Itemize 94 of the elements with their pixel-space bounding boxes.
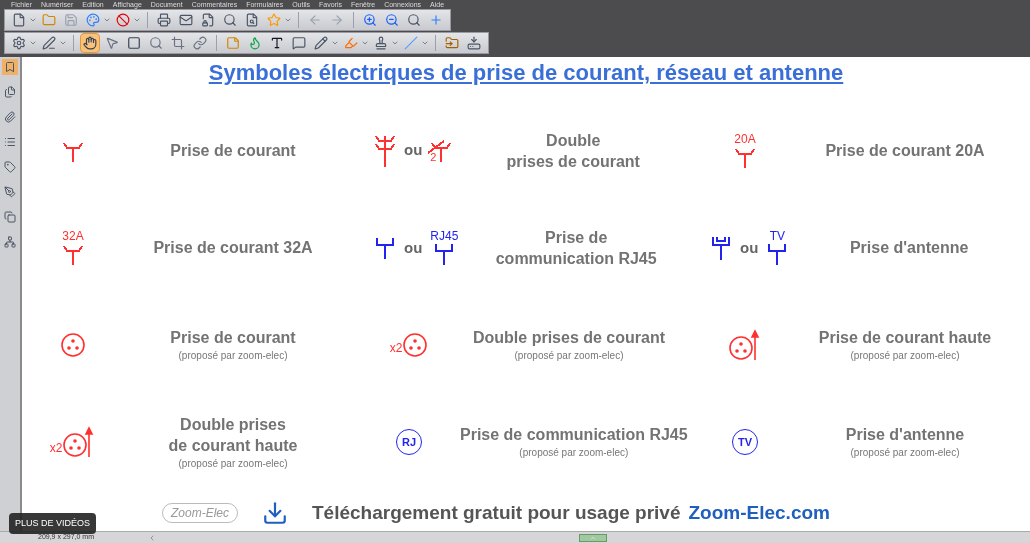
settings-icon: [12, 36, 26, 50]
envelope-icon: [179, 13, 193, 27]
caret-icon[interactable]: [103, 16, 111, 24]
download-icon: [262, 500, 288, 526]
chevron-up-icon: [590, 534, 596, 541]
symbol-label: Prise de communication RJ45: [460, 425, 688, 446]
symbol-label: Double prises de courant: [506, 130, 640, 172]
zoom-out-icon: [385, 13, 399, 27]
caret-icon[interactable]: [421, 39, 429, 47]
joiner-text: ou: [740, 237, 759, 258]
sidebar-button[interactable]: [2, 234, 18, 250]
document-icon: [12, 13, 26, 27]
pencil-icon: [314, 36, 328, 50]
symbol-note: (proposé par zoom-elec): [514, 349, 624, 364]
square-icon: [127, 36, 141, 50]
sidebar-button[interactable]: [2, 84, 18, 100]
highlighter-icon: [344, 36, 358, 50]
document-title: Symboles électriques de prise de courant, réseau et antenne: [207, 59, 845, 87]
symbol-note: (proposé par zoom-elec): [519, 446, 629, 461]
footer-text: Téléchargement gratuit pour usage privé: [312, 500, 681, 525]
sidebar-button[interactable]: [2, 184, 18, 200]
joiner-text: ou: [404, 140, 423, 161]
symbol-label: Prise de courant: [170, 141, 296, 162]
disk-icon: [467, 36, 481, 50]
copy-icon: [4, 211, 16, 223]
sidebar-button[interactable]: [2, 159, 18, 175]
callout-icon: [292, 36, 306, 50]
stamp-icon: [374, 36, 388, 50]
scroll-handle[interactable]: [579, 533, 607, 542]
more-videos-button[interactable]: PLUS DE VIDÉOS: [9, 512, 97, 534]
network-icon: [4, 236, 16, 248]
sidebar-button[interactable]: [2, 59, 18, 75]
symbol-label: Double prises de courant: [472, 328, 665, 349]
caret-icon[interactable]: [284, 16, 292, 24]
symbol-label: Prise de courant haute: [818, 328, 992, 349]
caret-icon[interactable]: [29, 16, 37, 24]
caret-icon[interactable]: [331, 39, 339, 47]
symbol-prefix: x2: [49, 442, 63, 455]
hand-icon: [83, 36, 97, 50]
symbol-note: (proposé par zoom-elec): [178, 456, 288, 471]
symbol-note: (proposé par zoom-elec): [850, 446, 960, 461]
symbol-note: (proposé par zoom-elec): [850, 349, 960, 364]
star-icon: [267, 13, 281, 27]
symbol-label: Prise d'antenne: [845, 425, 965, 446]
symbol-tag: RJ45: [430, 229, 459, 242]
caret-icon[interactable]: [59, 39, 67, 47]
link-icon: [193, 36, 207, 50]
caret-icon[interactable]: [361, 39, 369, 47]
symbol-tag: TV: [769, 229, 785, 242]
magnifier-icon: [407, 13, 421, 27]
symbol-label: Prise de courant 20A: [825, 141, 985, 162]
symbol-note: (proposé par zoom-elec): [178, 349, 288, 364]
sidebar-button[interactable]: [2, 209, 18, 225]
symbol-prefix: x2: [389, 342, 403, 355]
lock-document-icon: [201, 13, 215, 27]
pointer-icon: [105, 36, 119, 50]
line-icon: [404, 36, 418, 50]
folder-icon: [42, 13, 56, 27]
printer-icon: [157, 13, 171, 27]
symbol-label: Double prises de courant haute: [168, 414, 298, 456]
list-icon: [4, 136, 16, 148]
symbol-label: Prise de courant: [170, 328, 296, 349]
scroll-left-icon[interactable]: [148, 533, 156, 542]
footer-link[interactable]: Zoom-Elec.com: [688, 498, 830, 528]
folder-icon: [445, 36, 459, 50]
symbol-label: Prise d'antenne: [849, 238, 969, 259]
symbol-tag: 20A: [734, 132, 756, 145]
caret-icon[interactable]: [391, 39, 399, 47]
symbol-label: Prise de communication RJ45: [495, 227, 657, 269]
symbol-label: Prise de courant 32A: [153, 238, 313, 259]
flame-icon: [248, 36, 262, 50]
caret-icon[interactable]: [133, 16, 141, 24]
crop-icon: [171, 36, 185, 50]
search-icon: [223, 13, 237, 27]
sidebar-button[interactable]: [2, 109, 18, 125]
toolbar-button[interactable]: [80, 33, 100, 53]
bookmark-icon: [4, 61, 16, 73]
palette-icon: [86, 13, 100, 27]
zoom-in-icon: [363, 13, 377, 27]
text-icon: [270, 36, 284, 50]
document-search-icon: [245, 13, 259, 27]
joiner-text: ou: [404, 237, 423, 258]
pen-icon: [4, 186, 16, 198]
paperclip-icon: [4, 111, 16, 123]
pages-icon: [4, 86, 16, 98]
pen-icon: [42, 36, 56, 50]
sticky-note-icon: [226, 36, 240, 50]
caret-icon[interactable]: [29, 39, 37, 47]
magnifier-icon: [149, 36, 163, 50]
plus-icon: [429, 13, 443, 27]
no-entry-icon: [116, 13, 130, 27]
tag-icon: [4, 161, 16, 173]
symbol-tag: 32A: [62, 229, 84, 242]
symbol-tag: 2: [430, 151, 437, 163]
